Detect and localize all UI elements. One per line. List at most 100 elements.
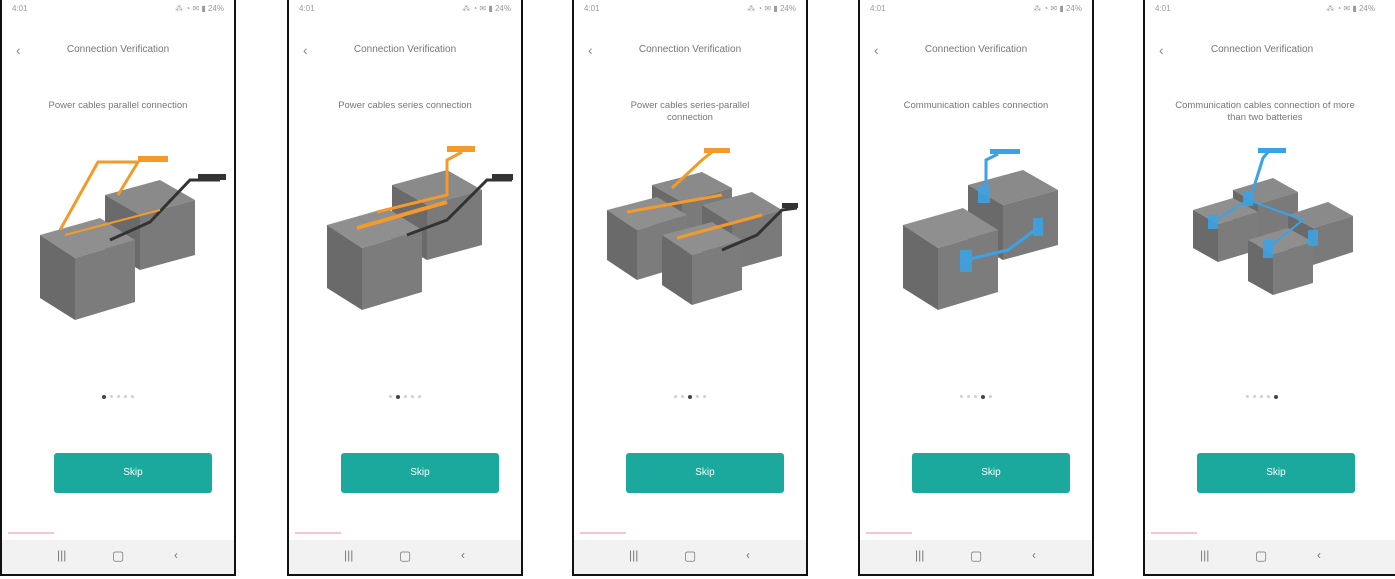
- page-dot: [411, 395, 414, 399]
- status-time: 4:01: [1155, 4, 1171, 13]
- step-caption: Power cables series connection: [338, 100, 472, 111]
- back-icon[interactable]: ‹: [1032, 548, 1036, 562]
- app-bar: ‹ Connection Verification: [289, 38, 521, 62]
- page-title: Connection Verification: [638, 44, 742, 55]
- page-dot: [110, 395, 113, 399]
- page-indicator: [1145, 388, 1379, 406]
- skip-button[interactable]: Skip: [1197, 453, 1355, 493]
- page-dot: [1246, 395, 1249, 399]
- home-icon[interactable]: ▢: [684, 548, 696, 564]
- skip-button[interactable]: Skip: [626, 453, 784, 493]
- page-dot: [131, 395, 134, 399]
- app-bar: ‹ Connection Verification: [1145, 38, 1379, 62]
- recents-icon[interactable]: |||: [57, 548, 66, 562]
- back-icon[interactable]: ‹: [174, 548, 178, 562]
- status-icons: ⁂ ◔ ✉ ▮ 24%: [1033, 4, 1082, 13]
- divider: [8, 532, 54, 534]
- status-bar: 4:01 ⁂ ◔ ✉ ▮ 24%: [289, 0, 521, 18]
- home-icon[interactable]: ▢: [112, 548, 124, 564]
- home-icon[interactable]: ▢: [1255, 548, 1267, 564]
- back-icon[interactable]: ‹: [1317, 548, 1321, 562]
- page-dot: [117, 395, 120, 399]
- recents-icon[interactable]: |||: [629, 548, 638, 562]
- page-dot: [418, 395, 421, 399]
- system-nav-bar: ||| ▢ ‹: [574, 540, 806, 574]
- page-dot: [1253, 395, 1256, 399]
- page-dot: [703, 395, 706, 399]
- page-dot: [674, 395, 677, 399]
- page-indicator: [574, 388, 806, 406]
- home-icon[interactable]: ▢: [970, 548, 982, 564]
- page-dot: [960, 395, 963, 399]
- system-nav-bar: ||| ▢ ‹: [1145, 540, 1395, 574]
- status-time: 4:01: [584, 4, 600, 13]
- skip-button[interactable]: Skip: [54, 453, 212, 493]
- status-icons: ⁂ ◔ ✉ ▮ 24%: [1326, 4, 1375, 13]
- page-title: Connection Verification: [66, 44, 170, 55]
- screen-4: 4:01 ⁂ ◔ ✉ ▮ 24% ‹ Connection Verificati…: [858, 0, 1094, 576]
- back-icon[interactable]: ‹: [461, 548, 465, 562]
- page-dot: [396, 394, 400, 399]
- page-dot: [404, 395, 407, 399]
- page-title: Connection Verification: [353, 44, 457, 55]
- battery-parallel-illustration: [40, 156, 226, 320]
- recents-icon[interactable]: |||: [1200, 548, 1209, 562]
- divider: [1151, 532, 1197, 534]
- step-caption: Communication cables connection: [903, 100, 1049, 111]
- battery-series-illustration: [327, 146, 513, 310]
- page-title: Connection Verification: [1210, 44, 1314, 55]
- page-dot: [1267, 395, 1270, 399]
- status-bar: 4:01 ⁂ ◔ ✉ ▮ 24%: [2, 0, 234, 18]
- page-indicator: [860, 388, 1092, 406]
- page-dot: [981, 394, 985, 399]
- app-bar: ‹ Connection Verification: [574, 38, 806, 62]
- back-icon[interactable]: ‹: [746, 548, 750, 562]
- home-icon[interactable]: ▢: [399, 548, 411, 564]
- divider: [295, 532, 341, 534]
- status-time: 4:01: [299, 4, 315, 13]
- status-icons: ⁂ ◔ ✉ ▮ 24%: [175, 4, 224, 13]
- screen-5: 4:01 ⁂ ◔ ✉ ▮ 24% ‹ Connection Verificati…: [1143, 0, 1395, 576]
- page-dot: [681, 395, 684, 399]
- status-bar: 4:01 ⁂ ◔ ✉ ▮ 24%: [860, 0, 1092, 18]
- page-indicator: [289, 388, 521, 406]
- screen-3: 4:01 ⁂ ◔ ✉ ▮ 24% ‹ Connection Verificati…: [572, 0, 808, 576]
- recents-icon[interactable]: |||: [344, 548, 353, 562]
- step-caption: Power cables parallel connection: [48, 100, 188, 111]
- battery-communication-multi-illustration: [1193, 148, 1353, 295]
- status-icons: ⁂ ◔ ✉ ▮ 24%: [462, 4, 511, 13]
- screen-1: 4:01 ⁂ ◔ ✉ ▮ 24% ‹ Connection Verificati…: [0, 0, 236, 576]
- page-dot: [989, 395, 992, 399]
- system-nav-bar: ||| ▢ ‹: [289, 540, 521, 574]
- screen-2: 4:01 ⁂ ◔ ✉ ▮ 24% ‹ Connection Verificati…: [287, 0, 523, 576]
- step-caption: Communication cables connection of more …: [1175, 100, 1355, 123]
- page-dot: [688, 394, 692, 399]
- divider: [866, 532, 912, 534]
- page-dot: [974, 395, 977, 399]
- page-dot: [389, 395, 392, 399]
- page-dot: [967, 395, 970, 399]
- skip-button[interactable]: Skip: [912, 453, 1070, 493]
- status-time: 4:01: [12, 4, 28, 13]
- page-dot: [102, 394, 106, 399]
- page-dot: [124, 395, 127, 399]
- app-bar: ‹ Connection Verification: [2, 38, 234, 62]
- status-bar: 4:01 ⁂ ◔ ✉ ▮ 24%: [574, 0, 806, 18]
- page-dot: [1274, 394, 1278, 399]
- page-dot: [1260, 395, 1263, 399]
- step-caption: Power cables series-parallel connection: [630, 100, 750, 123]
- page-title: Connection Verification: [924, 44, 1028, 55]
- battery-communication-illustration: [903, 149, 1058, 310]
- recents-icon[interactable]: |||: [915, 548, 924, 562]
- divider: [580, 532, 626, 534]
- battery-series-parallel-illustration: [607, 148, 798, 305]
- status-bar: 4:01 ⁂ ◔ ✉ ▮ 24%: [1145, 0, 1395, 18]
- system-nav-bar: ||| ▢ ‹: [2, 540, 234, 574]
- status-icons: ⁂ ◔ ✉ ▮ 24%: [747, 4, 796, 13]
- page-indicator: [2, 388, 234, 406]
- app-bar: ‹ Connection Verification: [860, 38, 1092, 62]
- status-time: 4:01: [870, 4, 886, 13]
- system-nav-bar: ||| ▢ ‹: [860, 540, 1092, 574]
- skip-button[interactable]: Skip: [341, 453, 499, 493]
- page-dot: [696, 395, 699, 399]
